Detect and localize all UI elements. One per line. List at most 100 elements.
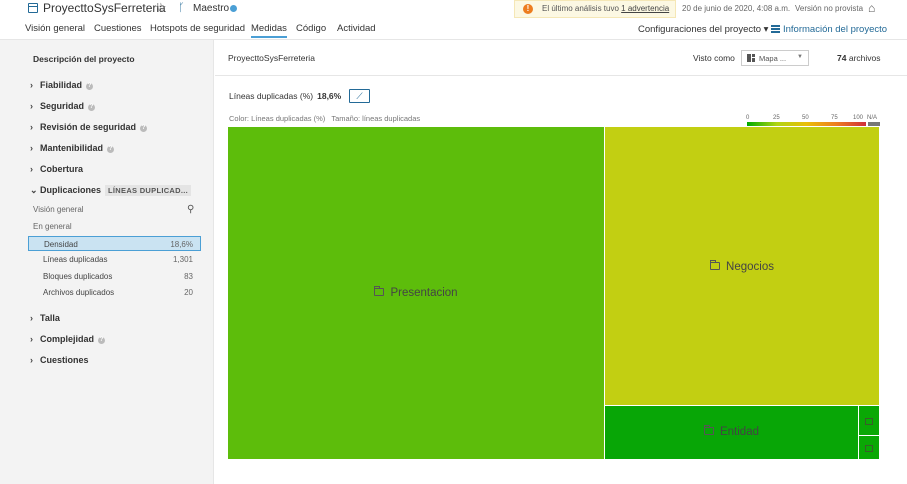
sidebar-item-label: Duplicaciones <box>40 185 102 195</box>
sidebar-item-label: Revisión de seguridad <box>40 122 137 132</box>
measure-label: Archivos duplicados <box>43 288 115 297</box>
treemap-tile-presentacion[interactable]: Presentacion <box>228 127 605 460</box>
view-as-select[interactable]: Mapa ... ▼ <box>741 50 809 66</box>
list-icon <box>771 25 780 33</box>
treemap-tile-file[interactable] <box>859 406 880 436</box>
tab-overview[interactable]: Visión general <box>25 23 85 34</box>
treemap: Presentacion Negocios Entidad <box>228 127 880 460</box>
branch-name[interactable]: Maestro <box>193 3 229 14</box>
project-icon <box>28 3 38 13</box>
branch-info-icon[interactable] <box>230 5 237 12</box>
sidebar-item-complexity[interactable]: › Complejidad? <box>30 334 106 344</box>
home-icon[interactable]: ⌂ <box>868 1 875 15</box>
measure-header: ProyecttoSysFerreteria Visto como Mapa .… <box>215 40 907 76</box>
chevron-right-icon: › <box>30 334 33 344</box>
search-icon[interactable]: ⚲ <box>187 204 194 215</box>
trend-icon: ⟋ <box>356 91 363 101</box>
sidebar-item-label: Talla <box>40 313 60 323</box>
sidebar-title: Descripción del proyecto <box>33 54 135 64</box>
chevron-right-icon: › <box>30 122 33 132</box>
duplications-overview-link[interactable]: Visión general <box>33 205 84 214</box>
scale-tick: 0 <box>746 115 750 121</box>
sidebar-item-label: Fiabilidad <box>40 80 83 90</box>
folder-icon <box>865 444 873 452</box>
project-settings-label: Configuraciones del proyecto <box>638 24 762 35</box>
help-icon[interactable]: ? <box>98 337 106 344</box>
scale-tick: 100 <box>853 115 864 121</box>
measure-row-duplicated-lines[interactable]: Líneas duplicadas 1,301 <box>28 252 201 267</box>
treemap-tile-folder[interactable] <box>859 436 880 460</box>
sidebar-item-label: Seguridad <box>40 101 85 111</box>
project-settings-menu[interactable]: Configuraciones del proyecto ▾ <box>638 24 768 35</box>
warning-text: El último análisis tuvo <box>542 4 619 13</box>
help-icon[interactable]: ? <box>140 125 148 132</box>
files-count-label: archivos <box>848 53 881 63</box>
warning-icon: ! <box>523 4 533 14</box>
measure-label: Líneas duplicadas <box>43 255 108 264</box>
breadcrumb[interactable]: ProyecttoSysFerreteria <box>228 53 315 63</box>
duplications-tag: LÍNEAS DUPLICAD... <box>105 185 192 196</box>
favorite-star-icon[interactable]: ☆ <box>155 0 167 16</box>
sidebar-item-duplications[interactable]: ⌄ Duplicaciones LÍNEAS DUPLICAD... <box>30 185 192 196</box>
tab-security-hotspots[interactable]: Hotspots de seguridad <box>150 23 245 34</box>
scale-gradient <box>747 122 866 126</box>
sidebar-item-label: Mantenibilidad <box>40 143 103 153</box>
measure-value: 18,6% <box>170 240 193 249</box>
treemap-tile-negocios[interactable]: Negocios <box>605 127 880 406</box>
branch-icon: ᚴ <box>178 2 185 14</box>
sidebar-item-security[interactable]: › Seguridad? <box>30 101 96 111</box>
sidebar-item-label: Complejidad <box>40 334 95 344</box>
scale-tick: 50 <box>802 115 809 121</box>
sidebar-item-size[interactable]: › Talla <box>30 313 60 323</box>
tab-activity[interactable]: Actividad <box>337 23 376 34</box>
sidebar-item-label: Cobertura <box>40 164 84 174</box>
help-icon[interactable]: ? <box>107 146 114 153</box>
measure-row-duplicated-blocks[interactable]: Bloques duplicados 83 <box>28 269 201 284</box>
measures-sidebar: Descripción del proyecto › Fiabilidad? › S… <box>0 40 214 484</box>
tab-code[interactable]: Código <box>296 23 326 34</box>
scale-na-swatch <box>868 122 880 126</box>
tab-issues[interactable]: Cuestiones <box>94 23 142 34</box>
measure-value: 83 <box>184 272 193 281</box>
sidebar-item-issues[interactable]: › Cuestiones <box>30 355 89 365</box>
project-info-label: Información del proyecto <box>783 24 888 35</box>
project-info-link[interactable]: Información del proyecto <box>771 24 887 35</box>
treemap-legend-text: Color: Líneas duplicadas (%) Tamaño: líne… <box>229 114 420 123</box>
analysis-warning: ! El último análisis tuvo 1 advertencia <box>514 0 676 18</box>
chevron-right-icon: › <box>30 143 33 153</box>
measure-row-duplicated-files[interactable]: Archivos duplicados 20 <box>28 285 201 300</box>
measure-row-density[interactable]: Densidad 18,6% <box>28 236 201 251</box>
treemap-tile-entidad[interactable]: Entidad <box>605 406 859 460</box>
help-icon[interactable]: ? <box>86 83 94 90</box>
treemap-icon <box>747 54 755 62</box>
scale-tick: N/A <box>867 115 878 121</box>
scale-tick: 25 <box>773 115 780 121</box>
measure-label: Bloques duplicados <box>43 272 113 281</box>
project-name[interactable]: ProyecttoSysFerreteria <box>43 1 166 15</box>
chevron-right-icon: › <box>30 313 33 323</box>
sidebar-item-coverage[interactable]: › Cobertura <box>30 164 83 174</box>
color-scale: 0 25 50 75 100 N/A <box>745 115 880 127</box>
folder-icon <box>710 260 721 270</box>
sidebar-item-reliability[interactable]: › Fiabilidad? <box>30 80 94 90</box>
history-trend-button[interactable]: ⟋ <box>349 89 370 103</box>
analysis-date: 20 de junio de 2020, 4:08 a.m. <box>682 4 791 13</box>
warning-link[interactable]: 1 advertencia <box>621 4 669 13</box>
files-count: 74 archivos <box>837 53 881 63</box>
tile-label: Presentacion <box>390 287 458 299</box>
tab-measures[interactable]: Medidas <box>251 23 287 38</box>
view-as-label: Visto como <box>693 53 735 63</box>
chevron-right-icon: › <box>30 101 33 111</box>
size-legend: Tamaño: líneas duplicadas <box>331 114 421 123</box>
measure-value: 1,301 <box>172 255 193 264</box>
measure-value: 20 <box>184 288 193 297</box>
sidebar-item-security-review[interactable]: › Revisión de seguridad? <box>30 122 148 132</box>
help-icon[interactable]: ? <box>88 104 96 111</box>
files-count-number: 74 <box>837 53 847 63</box>
scale-tick: 75 <box>831 115 838 121</box>
caret-down-icon: ▼ <box>797 54 803 60</box>
sidebar-item-maintainability[interactable]: › Mantenibilidad? <box>30 143 114 153</box>
sidebar-item-label: Cuestiones <box>40 355 89 365</box>
chevron-right-icon: › <box>30 355 33 365</box>
view-as-value: Mapa ... <box>759 54 787 63</box>
